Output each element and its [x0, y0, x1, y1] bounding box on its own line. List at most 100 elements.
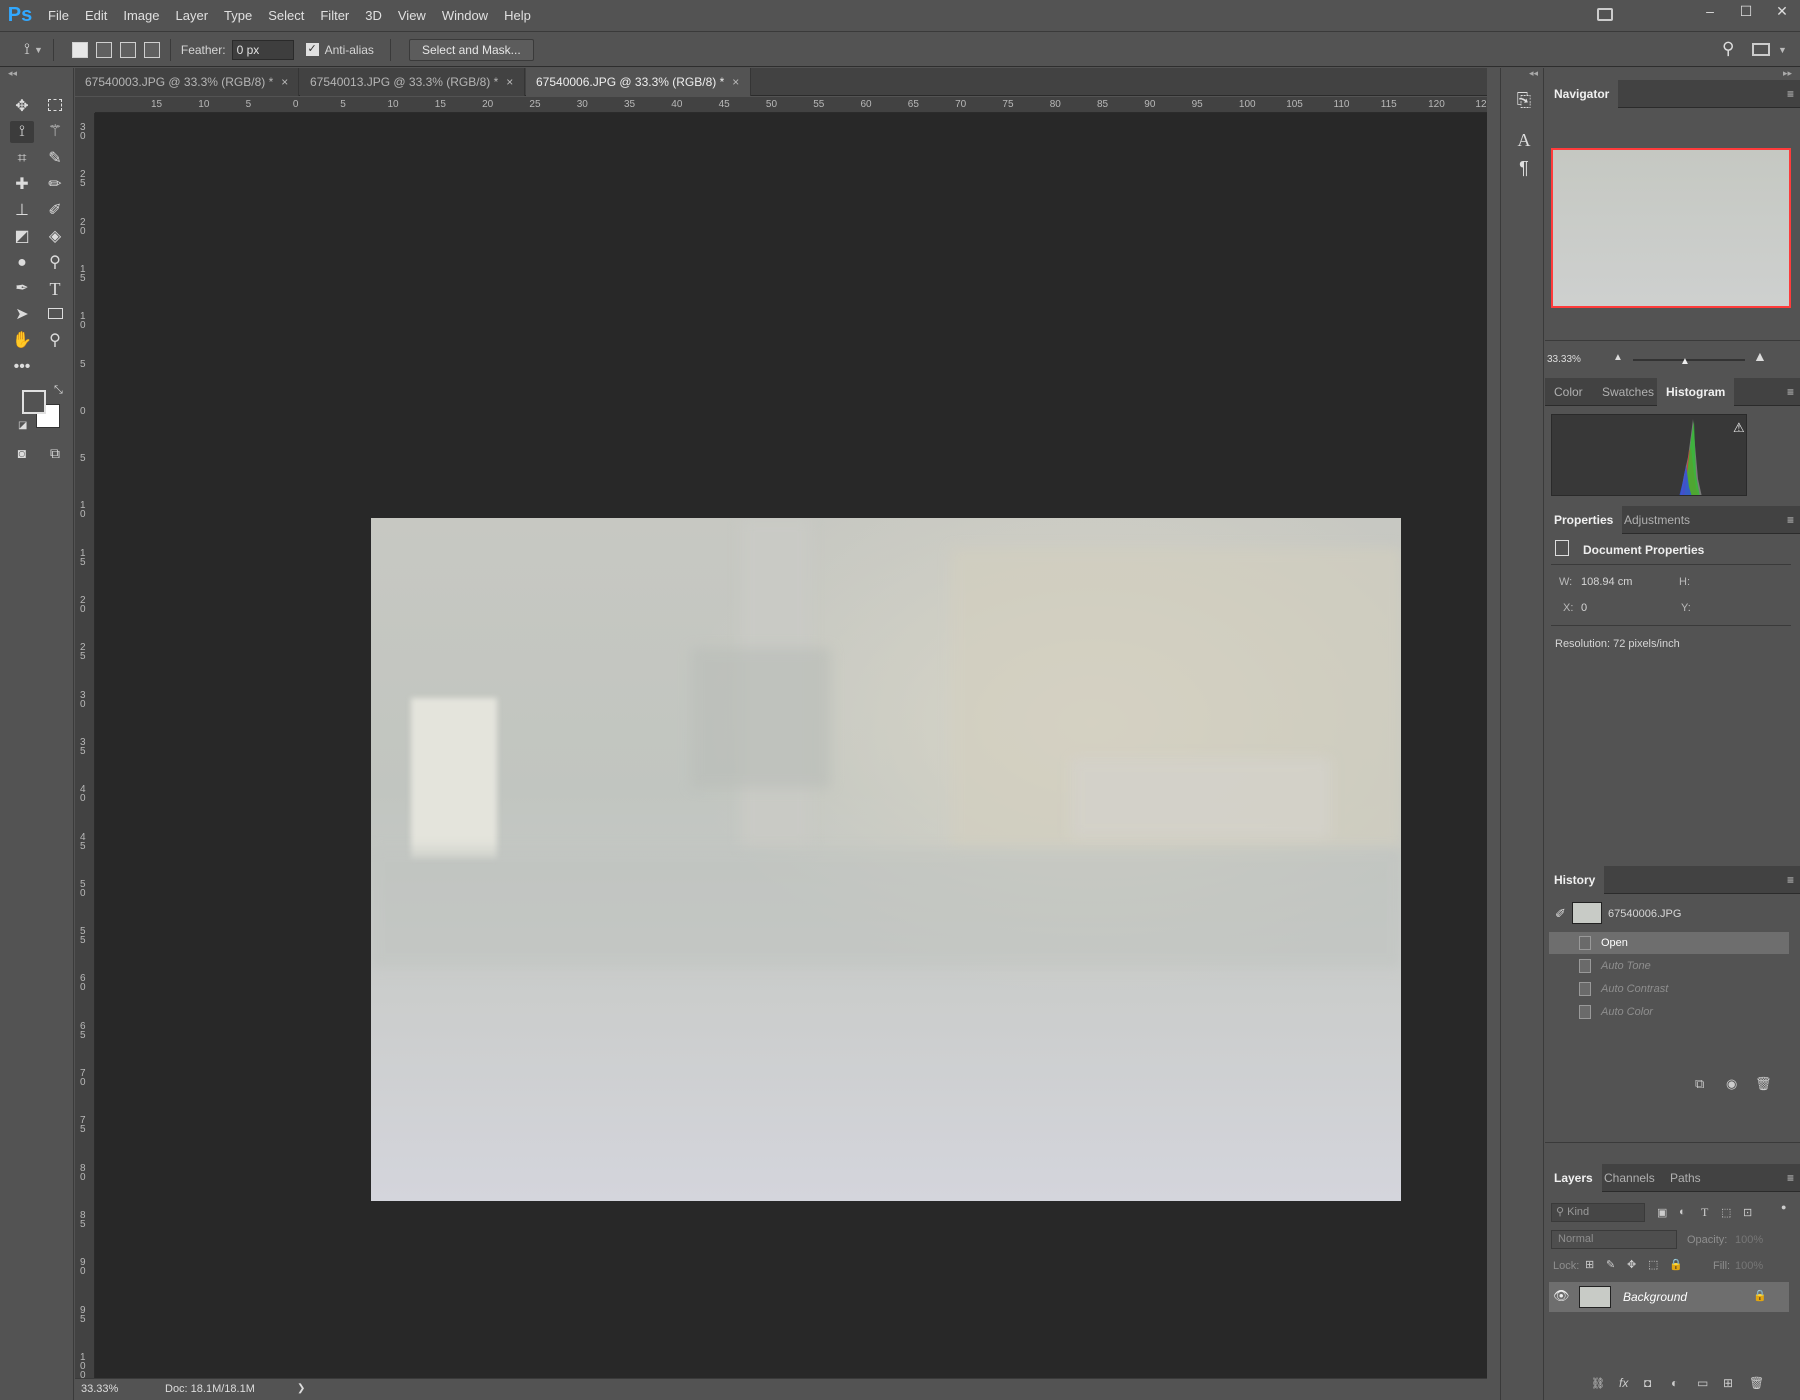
workspace-mode-icon[interactable] — [1597, 8, 1613, 21]
menu-filter[interactable]: Filter — [312, 8, 357, 23]
rectangle-tool-icon[interactable] — [43, 304, 67, 326]
link-layers-icon[interactable]: ⛓ — [1591, 1377, 1605, 1390]
intersect-selection-icon[interactable] — [143, 41, 160, 58]
clone-stamp-tool-icon[interactable]: ⊥ — [10, 200, 34, 222]
blend-mode-select[interactable]: Normal — [1551, 1230, 1677, 1249]
opacity-value[interactable]: 100% — [1735, 1234, 1763, 1246]
close-tab-icon[interactable]: × — [281, 75, 288, 89]
canvas-area[interactable] — [95, 113, 1487, 1378]
x-value[interactable]: 0 — [1581, 602, 1587, 614]
panel-menu-icon[interactable]: ≡ — [1787, 1171, 1794, 1185]
navigator-zoom-value[interactable]: 33.33% — [1547, 354, 1581, 365]
menu-window[interactable]: Window — [434, 8, 496, 23]
history-brush-source-icon[interactable]: ✐ — [1555, 906, 1566, 922]
filter-smart-object-icon[interactable]: ⊡ — [1743, 1206, 1752, 1219]
tab-swatches[interactable]: Swatches — [1593, 378, 1663, 406]
close-tab-icon[interactable]: × — [732, 75, 739, 89]
lock-all-icon[interactable]: 🔒 — [1669, 1258, 1683, 1271]
menu-help[interactable]: Help — [496, 8, 539, 23]
tab-67540006[interactable]: 67540006.JPG @ 33.3% (RGB/8) * × — [526, 68, 751, 96]
delete-state-icon[interactable]: 🗑 — [1755, 1076, 1772, 1092]
path-selection-tool-icon[interactable]: ➤ — [10, 304, 34, 326]
select-and-mask-button[interactable]: Select and Mask... — [408, 38, 534, 61]
new-document-from-state-icon[interactable]: ⧉ — [1695, 1076, 1704, 1092]
menu-3d[interactable]: 3D — [357, 8, 390, 23]
menu-edit[interactable]: Edit — [77, 8, 115, 23]
tab-channels[interactable]: Channels — [1595, 1164, 1664, 1192]
tab-properties[interactable]: Properties — [1545, 506, 1623, 534]
screen-mode-icon[interactable]: ⧉ — [43, 442, 67, 464]
paragraph-panel-icon[interactable]: ¶ — [1513, 158, 1535, 179]
filter-toggle-icon[interactable]: ● — [1781, 1202, 1786, 1212]
history-step-open[interactable]: Open — [1549, 932, 1789, 954]
maximize-button[interactable]: ☐ — [1728, 0, 1764, 24]
zoom-in-icon[interactable]: ▲ — [1753, 348, 1767, 364]
close-tab-icon[interactable]: × — [506, 75, 513, 89]
tab-history[interactable]: History — [1545, 866, 1605, 894]
menu-layer[interactable]: Layer — [168, 8, 217, 23]
document-image[interactable] — [371, 518, 1401, 1201]
eraser-tool-icon[interactable]: ◩ — [10, 226, 34, 248]
swap-colors-icon[interactable]: ⤡ — [54, 384, 63, 397]
glyphs-panel-icon[interactable]: ⎘ — [1513, 90, 1535, 111]
healing-brush-tool-icon[interactable]: ✚ — [10, 174, 34, 196]
blur-tool-icon[interactable]: ● — [10, 252, 34, 274]
fill-value[interactable]: 100% — [1735, 1260, 1763, 1272]
delete-layer-icon[interactable]: 🗑 — [1749, 1376, 1764, 1390]
tab-67540003[interactable]: 67540003.JPG @ 33.3% (RGB/8) * × — [75, 68, 299, 96]
filter-type-icon[interactable]: T — [1701, 1205, 1708, 1220]
new-selection-icon[interactable] — [71, 41, 88, 58]
brush-tool-icon[interactable]: ✏ — [43, 174, 67, 196]
tab-histogram[interactable]: Histogram — [1657, 378, 1735, 406]
layer-row[interactable]: 👁 Background 🔒 — [1549, 1282, 1789, 1312]
snapshot-label[interactable]: 67540006.JPG — [1608, 908, 1681, 920]
workspace-icon[interactable] — [1752, 43, 1770, 56]
hand-tool-icon[interactable]: ✋ — [10, 330, 34, 352]
magic-wand-tool-icon[interactable]: ⚚ — [43, 121, 67, 143]
panel-menu-icon[interactable]: ≡ — [1787, 87, 1794, 101]
default-colors-icon[interactable]: ◪ — [18, 420, 27, 431]
more-tools-icon[interactable]: ••• — [10, 356, 34, 378]
polygonal-lasso-tool-icon[interactable]: ⟟ — [10, 121, 34, 143]
anti-alias-checkbox[interactable]: ✓ — [305, 43, 319, 56]
eyedropper-tool-icon[interactable]: ✎ — [43, 148, 67, 170]
histogram-warning-icon[interactable]: ⚠ — [1733, 420, 1745, 436]
paint-bucket-tool-icon[interactable]: ◈ — [43, 226, 67, 248]
filter-shape-icon[interactable]: ⬚ — [1721, 1206, 1731, 1219]
expand-panels-icon[interactable]: ◂◂ — [1529, 68, 1538, 79]
tab-paths[interactable]: Paths — [1661, 1164, 1710, 1192]
dodge-tool-icon[interactable]: ⚲ — [43, 252, 67, 274]
subtract-from-selection-icon[interactable] — [119, 41, 136, 58]
new-group-icon[interactable]: ▭ — [1697, 1376, 1708, 1390]
layer-name[interactable]: Background — [1623, 1290, 1687, 1304]
menu-type[interactable]: Type — [216, 8, 260, 23]
menu-select[interactable]: Select — [260, 8, 312, 23]
tab-layers[interactable]: Layers — [1545, 1164, 1602, 1192]
zoom-slider-handle-icon[interactable]: ▲ — [1680, 356, 1690, 367]
status-menu-arrow-icon[interactable]: ❯ — [297, 1383, 305, 1394]
ruler-origin[interactable] — [75, 97, 95, 113]
history-step-auto-tone[interactable]: Auto Tone — [1549, 955, 1789, 977]
tab-color[interactable]: Color — [1545, 378, 1592, 406]
zoom-tool-icon[interactable]: ⚲ — [43, 330, 67, 352]
tab-67540013[interactable]: 67540013.JPG @ 33.3% (RGB/8) * × — [300, 68, 525, 96]
layer-visibility-eye-icon[interactable]: 👁 — [1553, 1288, 1570, 1304]
history-step-auto-color[interactable]: Auto Color — [1549, 1001, 1789, 1023]
menu-view[interactable]: View — [390, 8, 434, 23]
polygonal-lasso-preset-icon[interactable]: ⟟ — [24, 41, 30, 59]
filter-pixel-icon[interactable]: ▣ — [1657, 1206, 1667, 1219]
lock-pixels-icon[interactable]: ✎ — [1606, 1258, 1615, 1271]
panel-menu-icon[interactable]: ≡ — [1787, 873, 1794, 887]
collapse-toolbox-icon[interactable]: ◂◂ — [8, 68, 17, 79]
panel-menu-icon[interactable]: ≡ — [1787, 385, 1794, 399]
character-panel-icon[interactable]: A — [1513, 130, 1535, 151]
move-tool-icon[interactable]: ✥ — [10, 96, 34, 118]
type-tool-icon[interactable]: T — [43, 278, 67, 300]
add-mask-icon[interactable]: ◘ — [1644, 1376, 1651, 1390]
new-adjustment-layer-icon[interactable]: ◐ — [1671, 1376, 1678, 1390]
menu-image[interactable]: Image — [115, 8, 167, 23]
lock-transparent-icon[interactable]: ⊞ — [1585, 1258, 1594, 1271]
panel-menu-icon[interactable]: ≡ — [1787, 513, 1794, 527]
close-button[interactable]: ✕ — [1764, 0, 1800, 24]
history-brush-tool-icon[interactable]: ✐ — [43, 200, 67, 222]
